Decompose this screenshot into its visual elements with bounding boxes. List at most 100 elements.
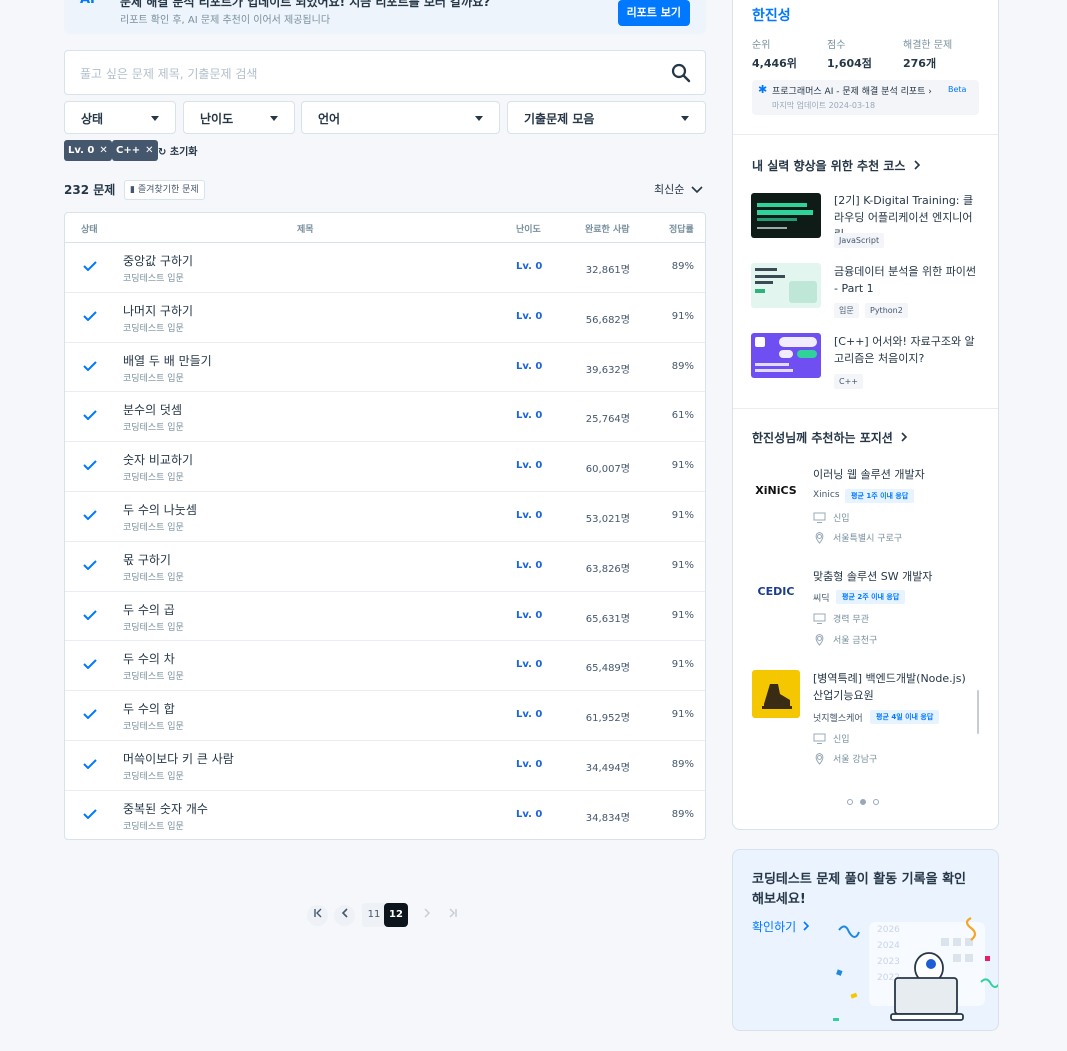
table-row[interactable]: 중앙값 구하기 코딩테스트 입문 Lv. 0 32,861명 89% [65, 243, 705, 293]
ai-report-link[interactable]: ✱ 프로그래머스 AI - 문제 해결 분석 리포트 › Beta 마지막 업데… [752, 80, 979, 115]
course-title[interactable]: [C++] 어서와! 자료구조와 알고리즘은 처음이지? [834, 333, 982, 367]
chip-label: Lv. 0 [68, 145, 95, 156]
prev-page-button[interactable] [334, 905, 355, 926]
problem-category: 코딩테스트 입문 [123, 572, 184, 583]
problem-category: 코딩테스트 입문 [123, 821, 184, 832]
reset-button[interactable]: ↻ 초기화 [158, 143, 197, 158]
monitor-icon [813, 512, 826, 523]
problem-category: 코딩테스트 입문 [123, 722, 184, 733]
problem-category: 코딩테스트 입문 [123, 473, 184, 484]
last-page-button[interactable] [442, 905, 463, 926]
table-row[interactable]: 배열 두 배 만들기 코딩테스트 입문 Lv. 0 39,632명 89% [65, 343, 705, 393]
solved-count: 56,682명 [585, 314, 630, 326]
exam-collection-filter[interactable]: 기출문제 모음 [507, 101, 706, 134]
page-button-current[interactable]: 12 [384, 903, 408, 927]
bookmark-icon: ▮ [130, 185, 135, 195]
carousel-dot[interactable] [873, 799, 879, 805]
problem-title[interactable]: 나머지 구하기 [123, 302, 193, 319]
course-thumbnail[interactable] [751, 333, 821, 378]
course-thumbnail[interactable] [751, 263, 821, 308]
table-row[interactable]: 두 수의 나눗셈 코딩테스트 입문 Lv. 0 53,021명 91% [65, 492, 705, 542]
problem-title[interactable]: 머쓱이보다 키 큰 사람 [123, 750, 234, 767]
page-button-11[interactable]: 11 [362, 903, 386, 927]
problem-table: 상태 제목 난이도 완료한 사람 정답률 중앙값 구하기 코딩테스트 입문 Lv. … [64, 212, 706, 840]
search-icon[interactable] [671, 63, 691, 83]
sort-dropdown[interactable]: 최신순 [654, 181, 703, 197]
check-icon [83, 410, 97, 421]
problem-title[interactable]: 분수의 덧셈 [123, 401, 182, 418]
table-row[interactable]: 두 수의 차 코딩테스트 입문 Lv. 0 65,489명 91% [65, 641, 705, 692]
beta-badge: Beta [948, 85, 967, 94]
carousel-dot[interactable] [847, 799, 853, 805]
table-row[interactable]: 머쓱이보다 키 큰 사람 코딩테스트 입문 Lv. 0 34,494명 89% [65, 741, 705, 791]
course-thumbnail[interactable] [751, 193, 821, 238]
check-icon [83, 560, 97, 570]
problem-title[interactable]: 몫 구하기 [123, 551, 171, 568]
ai-report-banner: AI 문제 해결 분석 리포트가 업데이트 되었어요! 지금 리포트를 보러 갈… [64, 0, 706, 34]
table-row[interactable]: 나머지 구하기 코딩테스트 입문 Lv. 0 56,682명 91% [65, 293, 705, 343]
course-banner-image [755, 337, 817, 372]
problem-title[interactable]: 중앙값 구하기 [123, 252, 193, 269]
banner-title: 문제 해결 분석 리포트가 업데이트 되었어요! 지금 리포트를 보러 갈까요? [120, 0, 491, 9]
stat-solved-label: 해결한 문제 [903, 40, 953, 51]
table-row[interactable]: 두 수의 합 코딩테스트 입문 Lv. 0 61,952명 91% [65, 691, 705, 741]
position-title[interactable]: 이러닝 웹 솔루션 개발자 [813, 466, 973, 483]
favorites-button[interactable]: ▮ 즐겨찾기한 문제 [124, 180, 205, 200]
close-icon[interactable]: ✕ [99, 145, 107, 156]
problem-category: 코딩테스트 입문 [123, 323, 184, 334]
problem-title[interactable]: 숫자 비교하기 [123, 451, 193, 468]
table-row[interactable]: 중복된 숫자 개수 코딩테스트 입문 Lv. 0 34,834명 89% [65, 791, 705, 839]
problem-title[interactable]: 두 수의 곱 [123, 601, 175, 618]
status-filter[interactable]: 상태 [64, 101, 176, 134]
user-name[interactable]: 한진성 [752, 5, 791, 25]
table-row[interactable]: 몫 구하기 코딩테스트 입문 Lv. 0 63,826명 91% [65, 542, 705, 592]
problem-title[interactable]: 두 수의 차 [123, 650, 175, 667]
sparkle-icon: ✱ [758, 83, 768, 96]
company-name: Xinics [813, 490, 840, 500]
filter-chip-language[interactable]: C++ ✕ [112, 140, 158, 161]
carousel-dot-active[interactable] [860, 799, 866, 805]
positions-title[interactable]: 한진성님께 추천하는 포지션 [752, 429, 908, 446]
problem-title[interactable]: 배열 두 배 만들기 [123, 352, 212, 369]
problem-category: 코딩테스트 입문 [123, 672, 184, 683]
search-input[interactable]: 풀고 싶은 문제 제목, 기출문제 검색 [64, 50, 706, 95]
solved-count: 32,861명 [585, 265, 630, 276]
difficulty-filter[interactable]: 난이도 [183, 101, 295, 134]
problem-title[interactable]: 두 수의 합 [123, 700, 175, 717]
problem-category: 코딩테스트 입문 [123, 522, 184, 533]
carousel-dots [847, 799, 887, 807]
problem-category: 코딩테스트 입문 [123, 423, 184, 434]
company-logo[interactable]: CEDIC [752, 567, 800, 615]
stat-score-label: 점수 [827, 40, 846, 51]
position-title[interactable]: 맞춤형 솔루션 SW 개발자 [813, 568, 973, 585]
solved-count: 60,007명 [585, 464, 630, 476]
check-icon [83, 460, 97, 471]
problem-title[interactable]: 중복된 숫자 개수 [123, 800, 208, 817]
next-page-button[interactable] [416, 905, 437, 926]
svg-text:2024: 2024 [877, 941, 900, 951]
filter-chip-level[interactable]: Lv. 0 ✕ [64, 140, 112, 161]
table-row[interactable]: 두 수의 곱 코딩테스트 입문 Lv. 0 65,631명 91% [65, 592, 705, 642]
view-report-button[interactable]: 리포트 보기 [617, 0, 690, 26]
courses-title[interactable]: 내 실력 향상을 위한 추천 코스 [752, 157, 921, 174]
first-page-button[interactable] [307, 905, 328, 926]
position-title[interactable]: [병역특례] 백엔드개발(Node.js) 산업기능요원 [813, 670, 973, 704]
course-title[interactable]: 금융데이터 분석을 위한 파이썬 - Part 1 [834, 263, 982, 297]
company-logo[interactable]: XiNiCS [752, 466, 800, 514]
success-rate: 89% [671, 808, 694, 820]
position-career: 신입 [833, 735, 850, 745]
check-icon [83, 261, 97, 271]
close-icon[interactable]: ✕ [145, 145, 153, 156]
problem-title[interactable]: 두 수의 나눗셈 [123, 501, 197, 518]
scrollbar[interactable] [977, 690, 979, 734]
problem-level: Lv. 0 [516, 460, 543, 472]
table-row[interactable]: 숫자 비교하기 코딩테스트 입문 Lv. 0 60,007명 91% [65, 442, 705, 492]
problem-count: 232 문제 [64, 183, 116, 197]
ai-logo: AI [80, 0, 95, 7]
table-row[interactable]: 분수의 덧셈 코딩테스트 입문 Lv. 0 25,764명 61% [65, 392, 705, 443]
record-link[interactable]: 확인하기 [752, 918, 810, 935]
company-logo[interactable] [752, 670, 800, 718]
language-filter[interactable]: 언어 [301, 101, 500, 134]
check-icon [83, 709, 97, 720]
chevron-right-icon [424, 908, 430, 918]
